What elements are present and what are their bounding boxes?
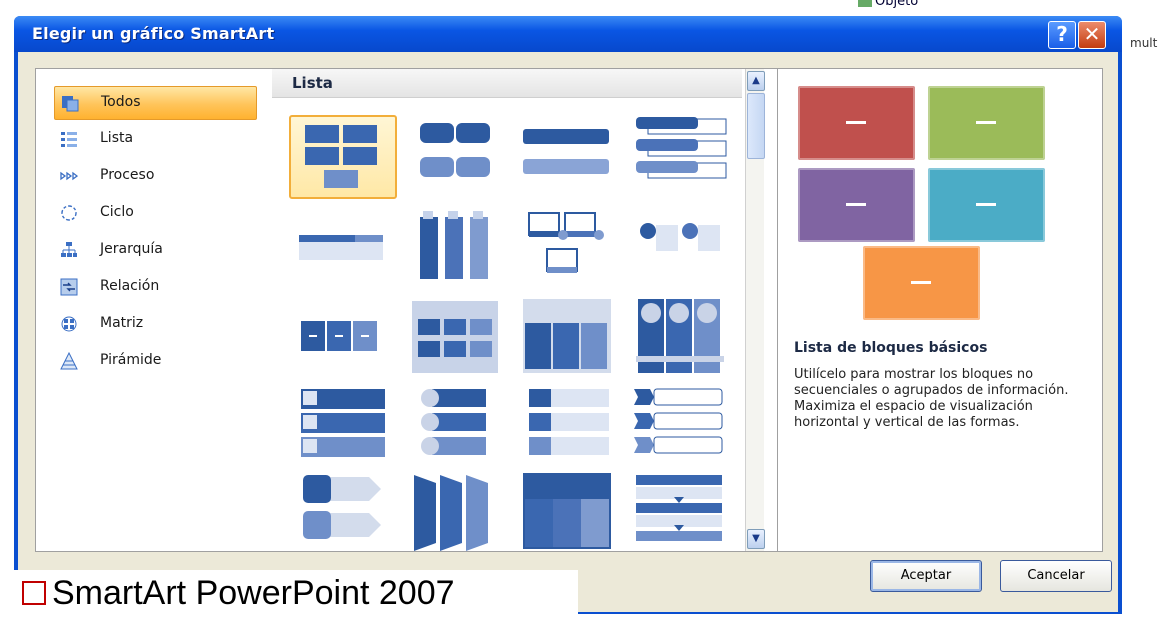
all-icon bbox=[62, 96, 79, 112]
layout-thumbnail[interactable] bbox=[402, 471, 506, 551]
layout-thumbnail[interactable] bbox=[402, 297, 506, 377]
category-label: Ciclo bbox=[100, 204, 134, 220]
layout-preview-panel: Lista de bloques básicos Utilícelo para … bbox=[777, 68, 1103, 552]
layout-thumbnail[interactable] bbox=[628, 385, 732, 465]
objeto-icon bbox=[858, 0, 872, 7]
close-button[interactable]: ✕ bbox=[1078, 21, 1106, 49]
gallery-scrollbar[interactable]: ▲ ▼ bbox=[745, 69, 765, 551]
layout-thumbnail[interactable] bbox=[515, 471, 619, 551]
layout-thumbnail[interactable] bbox=[402, 207, 506, 287]
preview-title: Lista de bloques básicos bbox=[794, 340, 988, 356]
scroll-up-button[interactable]: ▲ bbox=[747, 71, 765, 91]
category-item-ciclo[interactable]: Ciclo bbox=[54, 197, 255, 229]
category-label: Lista bbox=[100, 130, 134, 146]
preview-block-red bbox=[798, 86, 915, 160]
slide-caption: SmartArt PowerPoint 2007 bbox=[0, 570, 578, 617]
category-item-proceso[interactable]: Proceso bbox=[54, 160, 255, 192]
pyramid-icon bbox=[60, 352, 78, 370]
hierarchy-icon bbox=[61, 242, 77, 257]
caption-text-wrapper: SmartArt PowerPoint 2007 bbox=[22, 574, 455, 613]
layout-thumbnail[interactable] bbox=[289, 471, 393, 551]
gallery-header-label: Lista bbox=[292, 74, 333, 92]
category-item-piramide[interactable]: Pirámide bbox=[54, 345, 255, 377]
preview-block-purple bbox=[798, 168, 915, 242]
preview-block-green bbox=[928, 86, 1045, 160]
category-label: Jerarquía bbox=[100, 241, 163, 257]
category-item-relacion[interactable]: Relación bbox=[54, 271, 255, 303]
category-item-jerarquia[interactable]: Jerarquía bbox=[54, 234, 255, 266]
layout-thumbnail[interactable] bbox=[289, 385, 393, 465]
layout-thumbnail[interactable] bbox=[289, 297, 393, 377]
process-icon bbox=[60, 171, 78, 181]
layout-thumbnail[interactable] bbox=[402, 115, 506, 195]
layout-thumbnail-basic-block-list[interactable] bbox=[289, 115, 397, 199]
gallery-header: Lista bbox=[272, 69, 742, 98]
layout-thumbnail[interactable] bbox=[515, 385, 619, 465]
matrix-icon bbox=[61, 316, 77, 332]
category-item-todos[interactable]: Todos bbox=[54, 86, 257, 120]
ok-button[interactable]: Aceptar bbox=[870, 560, 982, 592]
category-label: Todos bbox=[101, 94, 141, 110]
layout-thumbnail[interactable] bbox=[289, 207, 393, 287]
dialog-title: Elegir un gráfico SmartArt bbox=[32, 24, 275, 43]
cancel-button[interactable]: Cancelar bbox=[1000, 560, 1112, 592]
layout-thumbnail[interactable] bbox=[402, 385, 506, 465]
category-item-matriz[interactable]: Matriz bbox=[54, 308, 255, 340]
category-label: Proceso bbox=[100, 167, 155, 183]
preview-description: Utilícelo para mostrar los bloques no se… bbox=[794, 367, 1069, 430]
caption-text: SmartArt PowerPoint 2007 bbox=[52, 574, 455, 612]
layout-thumbnail[interactable] bbox=[628, 297, 732, 377]
category-list: Todos Lista Proceso Ciclo Jerarquía Rela… bbox=[35, 68, 274, 552]
help-button[interactable]: ? bbox=[1048, 21, 1076, 49]
dialog-titlebar[interactable]: Elegir un gráfico SmartArt ? ✕ bbox=[14, 16, 1122, 52]
category-item-lista[interactable]: Lista bbox=[54, 123, 255, 155]
background-right-text: mult bbox=[1130, 36, 1158, 50]
layout-thumbnail[interactable] bbox=[628, 115, 732, 195]
layout-thumbnail[interactable] bbox=[628, 471, 732, 551]
layout-thumbnail[interactable] bbox=[515, 207, 619, 287]
scroll-down-button[interactable]: ▼ bbox=[747, 529, 765, 549]
layout-gallery: Lista ▲ ▼ bbox=[272, 68, 777, 552]
layout-thumbnail[interactable] bbox=[628, 207, 732, 287]
relationship-icon bbox=[60, 278, 78, 296]
objeto-menu: Objeto bbox=[858, 0, 918, 9]
layout-thumbnail[interactable] bbox=[515, 297, 619, 377]
category-label: Matriz bbox=[100, 315, 144, 331]
objeto-label: Objeto bbox=[875, 0, 919, 9]
preview-block-teal bbox=[928, 168, 1045, 242]
preview-block-orange bbox=[863, 246, 980, 320]
scroll-thumb[interactable] bbox=[747, 93, 765, 159]
square-bullet-icon bbox=[22, 581, 46, 605]
category-label: Relación bbox=[100, 278, 160, 294]
background-left-edge bbox=[0, 22, 12, 617]
layout-thumbnail[interactable] bbox=[515, 115, 619, 195]
list-icon bbox=[61, 132, 77, 147]
category-label: Pirámide bbox=[100, 352, 162, 368]
cycle-icon bbox=[61, 205, 77, 221]
dialog-body: Todos Lista Proceso Ciclo Jerarquía Rela… bbox=[18, 52, 1118, 612]
smartart-dialog: Elegir un gráfico SmartArt ? ✕ Todos Lis… bbox=[14, 16, 1122, 614]
